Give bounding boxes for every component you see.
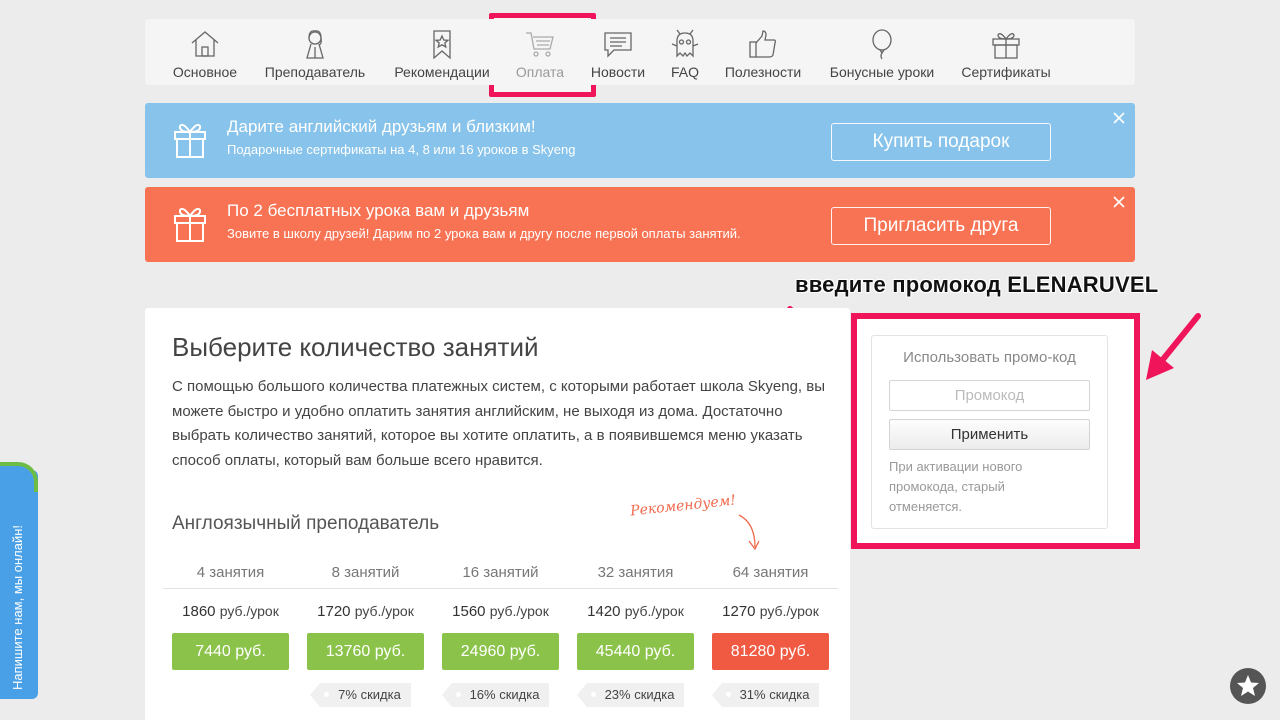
nav-label: Сертификаты [961,64,1051,80]
apply-promo-button[interactable]: Применить [889,419,1090,450]
package-count: 16 занятий [462,564,539,581]
promo-title: Использовать промо-код [903,349,1076,366]
favorite-button[interactable] [1230,668,1266,704]
banner-title: По 2 бесплатных урока вам и друзьям [227,201,530,220]
nav-item-useful[interactable]: Полезности [721,19,805,85]
package-4: 4 занятия 1860 руб./урок 7440 руб. [163,558,298,670]
discount-badge: 31% скидка [711,683,820,707]
package-8: 8 занятий 1720 руб./урок 13760 руб. 7% с… [298,558,433,707]
close-icon[interactable] [1112,195,1126,209]
promo-callout: введите промокод ELENARUVEL [795,272,1159,297]
nav-item-payment[interactable]: Оплата [507,19,573,85]
nav-item-news[interactable]: Новости [589,19,647,85]
buy-package-button[interactable]: 13760 руб. [307,633,424,670]
nav-item-main[interactable]: Основное [172,19,238,85]
invite-banner: По 2 бесплатных урока вам и друзьям Зови… [145,187,1135,262]
balloon-icon [872,29,892,60]
arrow-icon [1146,313,1201,380]
home-icon [191,31,219,57]
promo-code-panel: Использовать промо-код Применить При акт… [871,335,1108,529]
gift-icon [992,33,1020,59]
package-count: 4 занятия [196,564,265,581]
nav-item-faq[interactable]: FAQ [665,19,705,85]
package-count: 32 занятия [597,564,674,581]
discount-badge: 16% скидка [441,683,550,707]
online-chat-tab[interactable]: Напишите нам, мы онлайн! [0,462,38,699]
curved-arrow-icon [738,514,760,551]
page-description: С помощью большого количества платежных … [172,378,826,469]
section-title: Англоязычный преподаватель [172,513,440,534]
discount-badge: 7% скидка [310,683,411,707]
nav-label: Рекомендации [394,64,490,80]
top-nav: Основное Преподаватель Рекомендации Опла… [145,19,1135,85]
nav-item-recommendations[interactable]: Рекомендации [391,19,493,85]
price-per-lesson: 1420 руб./урок [587,603,684,620]
gift-banner: Дарите английский друзьям и близким! Под… [145,103,1135,178]
nav-item-bonus-lessons[interactable]: Бонусные уроки [825,19,939,85]
price-per-lesson: 1860 руб./урок [182,603,279,620]
nav-label: Бонусные уроки [829,64,935,80]
price-per-lesson: 1560 руб./урок [452,603,549,620]
alien-icon [671,29,699,58]
gift-icon [174,207,206,242]
buy-package-button[interactable]: 24960 руб. [442,633,559,670]
buy-package-button[interactable]: 81280 руб. [712,633,829,670]
nav-label: FAQ [670,64,699,80]
package-64: 64 занятия 1270 руб./урок 81280 руб. 31%… [703,558,838,707]
nav-label: Преподаватель [264,64,366,80]
nav-label: Новости [590,64,646,80]
buy-package-button[interactable]: 45440 руб. [577,633,694,670]
price-per-lesson: 1270 руб./урок [722,603,819,620]
banner-subtitle: Подарочные сертификаты на 4, 8 или 16 ур… [227,142,576,157]
star-icon [1237,675,1259,696]
nav-label: Основное [172,64,238,80]
package-16: 16 занятий 1560 руб./урок 24960 руб. 16%… [433,558,568,707]
buy-package-button[interactable]: 7440 руб. [172,633,289,670]
bookmark-star-icon [433,30,451,60]
buy-gift-button[interactable]: Купить подарок [831,123,1051,161]
recommend-label: Рекомендуем! [629,492,737,520]
banner-subtitle: Зовите в школу друзей! Дарим по 2 урока … [227,226,741,241]
banner-title: Дарите английский друзьям и близким! [227,117,536,136]
promo-note: При активации нового промокода, старый о… [889,459,1023,514]
thumbs-up-icon [749,30,776,58]
chat-label: Напишите нам, мы онлайн! [10,524,25,690]
teacher-icon [306,30,324,59]
discount-badge: 23% скидка [576,683,685,707]
nav-item-teacher[interactable]: Преподаватель [263,19,367,85]
price-per-lesson: 1720 руб./урок [317,603,414,620]
invite-friend-button[interactable]: Пригласить друга [831,207,1051,245]
cart-icon [526,32,554,57]
gift-icon [174,123,206,158]
promo-code-input[interactable] [889,380,1090,411]
news-chat-icon [604,32,632,58]
nav-item-certificates[interactable]: Сертификаты [959,19,1053,85]
payment-content: Выберите количество занятий С помощью бо… [145,308,850,720]
package-32: 32 занятия 1420 руб./урок 45440 руб. 23%… [568,558,703,707]
nav-label: Оплата [515,64,565,80]
package-count: 64 занятия [732,564,809,581]
nav-label: Полезности [724,64,802,80]
page-title: Выберите количество занятий [172,332,539,362]
package-count: 8 занятий [331,564,400,581]
close-icon[interactable] [1112,111,1126,125]
